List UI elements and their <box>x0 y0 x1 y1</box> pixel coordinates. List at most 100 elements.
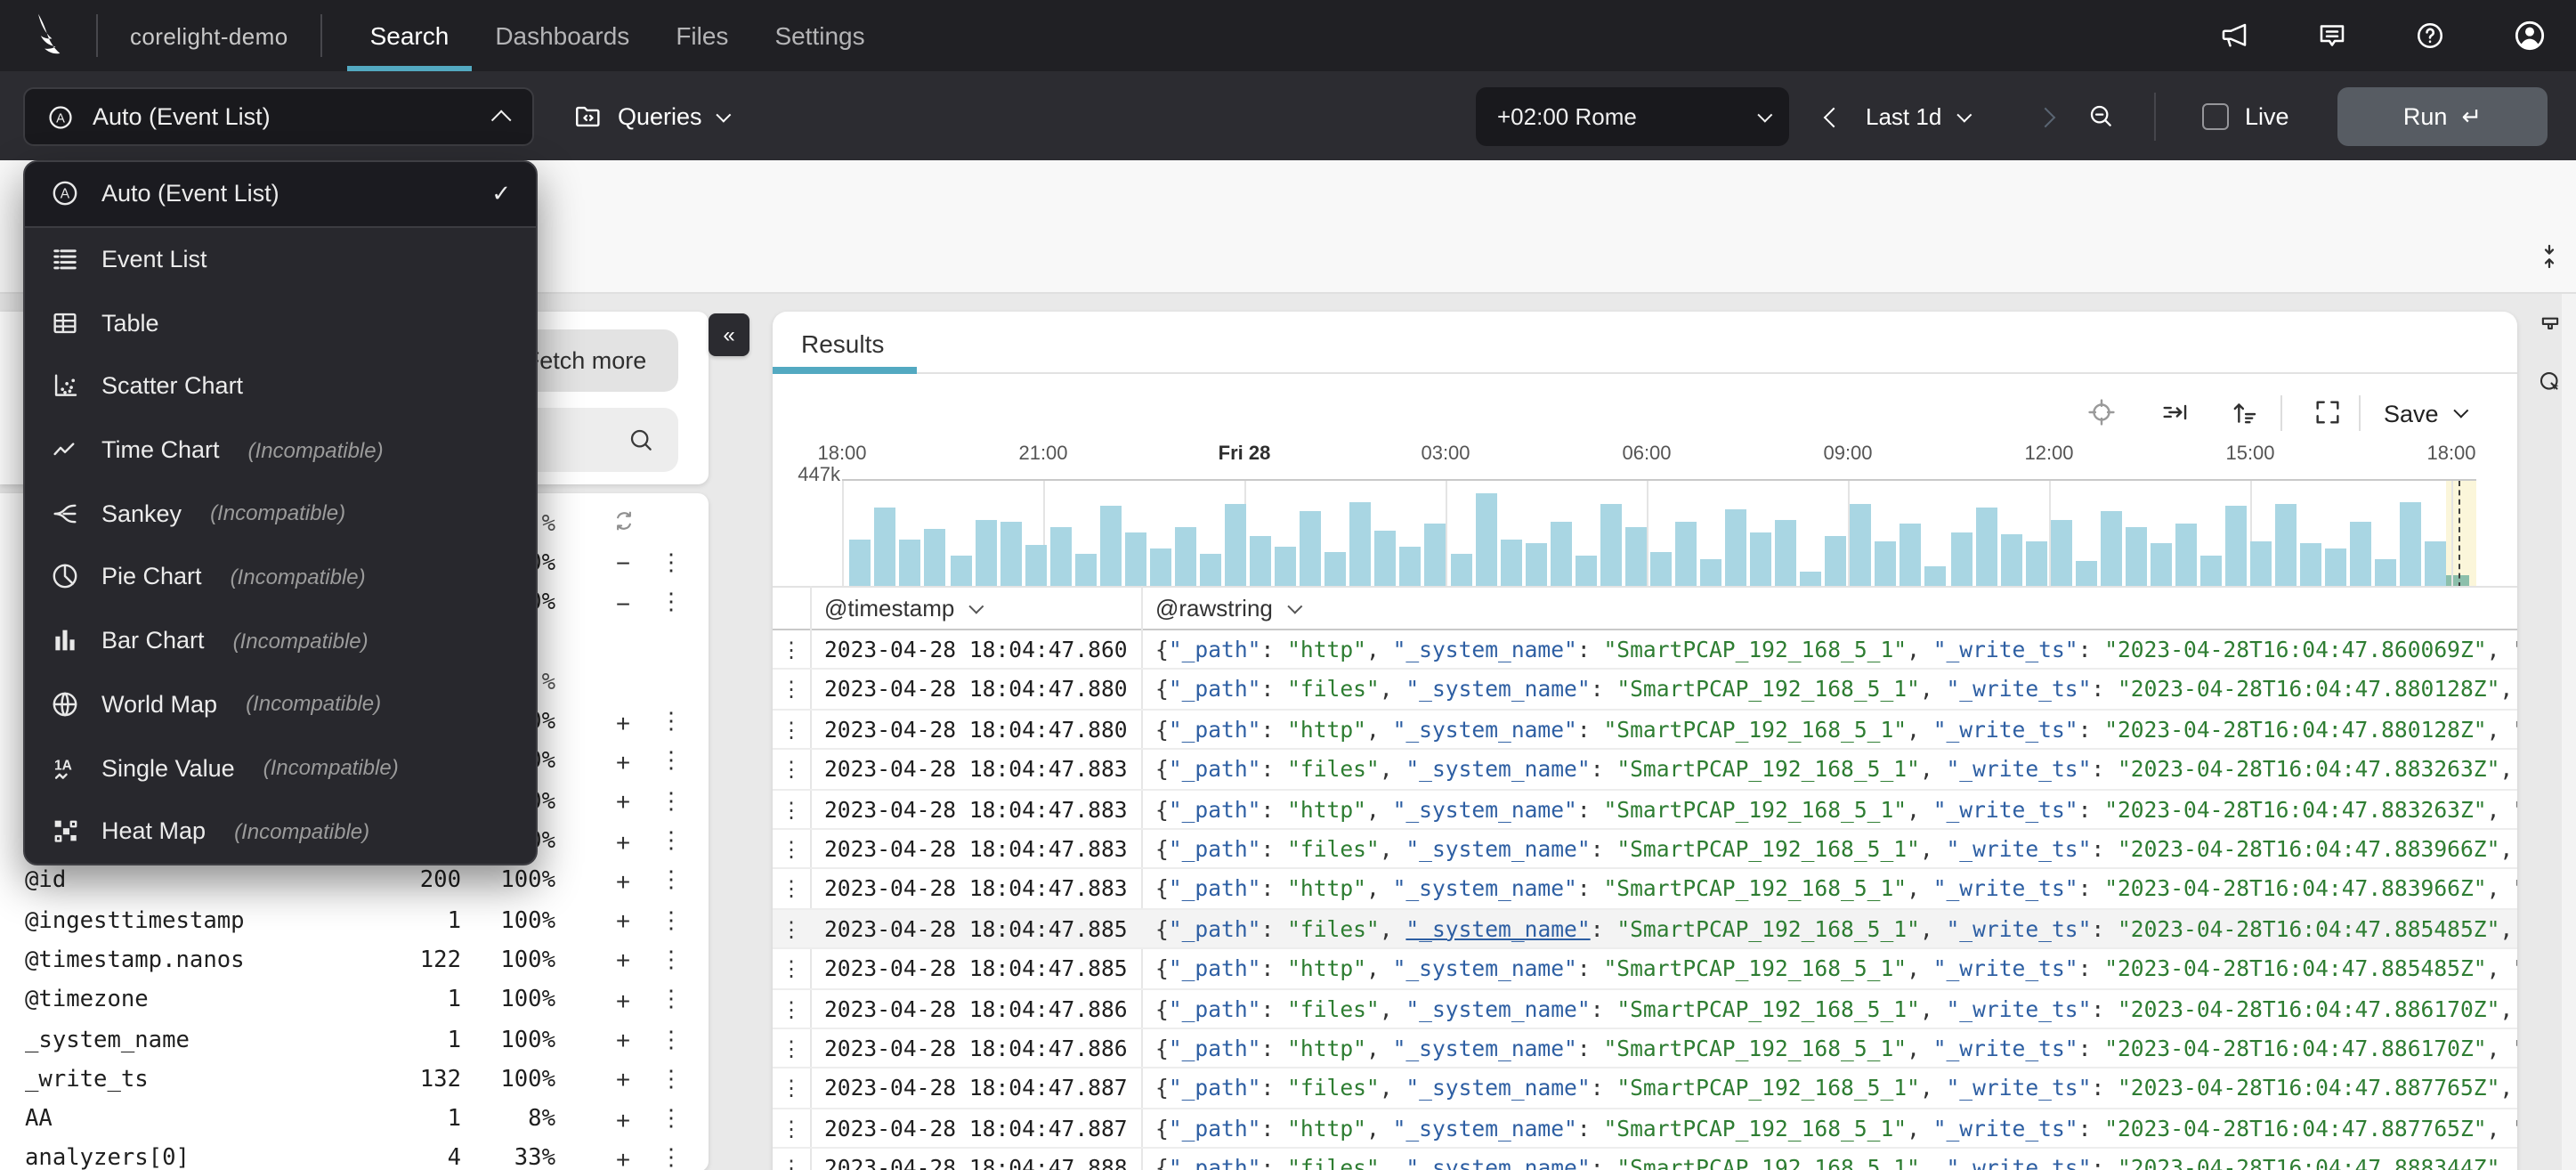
row-menu-button[interactable]: ⋮ <box>773 870 810 910</box>
histogram-bar[interactable] <box>1275 546 1297 588</box>
field-menu-button[interactable]: ⋮ <box>648 907 694 934</box>
histogram-bar[interactable] <box>1600 504 1622 588</box>
queries-dropdown-button[interactable]: Queries <box>573 87 732 146</box>
histogram-bar[interactable] <box>975 519 997 588</box>
histogram-bar[interactable] <box>2150 543 2172 588</box>
menu-item-single-value[interactable]: 1A Single Value (Incompatible) <box>25 735 536 799</box>
histogram-bar[interactable] <box>1500 539 1522 588</box>
field-row-AA[interactable]: AA 1 8% + ⋮ <box>0 1100 709 1140</box>
row-menu-button[interactable]: ⋮ <box>773 949 810 989</box>
tab-dashboards[interactable]: Dashboards <box>472 0 652 71</box>
add-field-button[interactable]: + <box>598 867 648 896</box>
menu-item-table[interactable]: Table <box>25 291 536 354</box>
menu-item-world-map[interactable]: World Map (Incompatible) <box>25 672 536 735</box>
row-menu-button[interactable]: ⋮ <box>773 750 810 790</box>
field-row-analyzers[0][interactable]: analyzers[0] 4 33% + ⋮ <box>0 1140 709 1170</box>
event-row[interactable]: ⋮ 2023-04-28 18:04:47.880 {"_path": "files… <box>773 670 2517 711</box>
histogram-bar[interactable] <box>2125 526 2147 588</box>
field-row-_write_ts[interactable]: _write_ts 132 100% + ⋮ <box>0 1060 709 1100</box>
remove-field-button[interactable]: − <box>598 549 648 578</box>
histogram-bar[interactable] <box>1924 565 1947 588</box>
histogram-bar[interactable] <box>849 539 871 588</box>
add-field-button[interactable]: + <box>598 708 648 736</box>
histogram-bar[interactable] <box>1950 532 1972 588</box>
histogram-bar[interactable] <box>1349 501 1372 588</box>
histogram-bar[interactable] <box>2100 511 2122 588</box>
collapse-vertical-icon[interactable] <box>2535 242 2564 271</box>
histogram-bar[interactable] <box>1850 503 1872 588</box>
field-row-@id[interactable]: @id 200 100% + ⋮ <box>0 861 709 901</box>
time-next-button[interactable] <box>2026 87 2065 146</box>
add-field-button[interactable]: + <box>598 906 648 935</box>
histogram-bar[interactable] <box>2425 541 2447 588</box>
histogram-bar[interactable] <box>1975 507 1997 588</box>
add-field-button[interactable]: + <box>598 748 648 776</box>
histogram-bar[interactable] <box>1200 554 1221 588</box>
event-row[interactable]: ⋮ 2023-04-28 18:04:47.883 {"_path": "http"… <box>773 790 2517 830</box>
field-menu-button[interactable]: ⋮ <box>648 1106 694 1133</box>
histogram-bar[interactable] <box>2175 523 2197 588</box>
save-button[interactable]: Save <box>2384 397 2468 429</box>
histogram-bar[interactable] <box>899 540 921 588</box>
event-row[interactable]: ⋮ 2023-04-28 18:04:47.883 {"_path": "http"… <box>773 870 2517 910</box>
histogram-bar[interactable] <box>1124 532 1146 588</box>
tab-files[interactable]: Files <box>652 0 751 71</box>
histogram-bar[interactable] <box>2000 533 2022 588</box>
scrollbar-track[interactable] <box>2562 294 2576 1170</box>
histogram-bar[interactable] <box>1624 526 1647 588</box>
add-field-button[interactable]: + <box>598 986 648 1014</box>
event-row[interactable]: ⋮ 2023-04-28 18:04:47.887 {"_path": "http"… <box>773 1109 2517 1150</box>
time-range-dropdown-button[interactable]: Last 1d <box>1866 87 1972 146</box>
row-menu-button[interactable]: ⋮ <box>773 1149 810 1170</box>
histogram-bar[interactable] <box>874 507 896 588</box>
histogram-bar[interactable] <box>1900 523 1922 588</box>
help-icon[interactable] <box>2414 20 2446 52</box>
locate-event-icon[interactable] <box>2086 397 2117 427</box>
histogram-bar[interactable] <box>1025 544 1047 588</box>
menu-item-sankey[interactable]: Sankey (Incompatible) <box>25 482 536 545</box>
histogram-bar[interactable] <box>1525 543 1547 588</box>
add-field-button[interactable]: + <box>598 787 648 816</box>
histogram-bar[interactable] <box>2250 540 2272 588</box>
histogram-bar[interactable] <box>1725 509 1747 588</box>
row-menu-button[interactable]: ⋮ <box>773 1069 810 1109</box>
row-menu-button[interactable]: ⋮ <box>773 1109 810 1149</box>
add-field-button[interactable]: + <box>598 1026 648 1054</box>
row-menu-button[interactable]: ⋮ <box>773 711 810 751</box>
row-menu-button[interactable]: ⋮ <box>773 989 810 1029</box>
tab-settings[interactable]: Settings <box>751 0 887 71</box>
histogram-bar[interactable] <box>1825 536 1847 588</box>
histogram-bar[interactable] <box>1450 554 1471 588</box>
time-prev-button[interactable] <box>1814 87 1853 146</box>
field-menu-button[interactable]: ⋮ <box>648 749 694 776</box>
add-field-button[interactable]: + <box>598 1105 648 1133</box>
histogram-bar[interactable] <box>1424 524 1446 588</box>
event-row[interactable]: ⋮ 2023-04-28 18:04:47.885 {"_path": "http"… <box>773 949 2517 990</box>
event-histogram[interactable] <box>842 478 2476 588</box>
event-row[interactable]: ⋮ 2023-04-28 18:04:47.886 {"_path": "http"… <box>773 1029 2517 1069</box>
field-menu-button[interactable]: ⋮ <box>648 828 694 855</box>
event-row[interactable]: ⋮ 2023-04-28 18:04:47.883 {"_path": "files… <box>773 750 2517 791</box>
field-menu-button[interactable]: ⋮ <box>648 868 694 895</box>
run-button[interactable]: Run ↵ <box>2337 87 2548 146</box>
view-type-dropdown-button[interactable]: A Auto (Event List) <box>23 87 534 146</box>
timezone-dropdown-button[interactable]: +02:00 Rome <box>1476 87 1789 146</box>
add-field-button[interactable]: + <box>598 1145 648 1170</box>
field-menu-button[interactable]: ⋮ <box>648 987 694 1013</box>
histogram-bar[interactable] <box>2350 522 2372 588</box>
field-menu-button[interactable]: ⋮ <box>648 1146 694 1170</box>
event-row[interactable]: ⋮ 2023-04-28 18:04:47.885 {"_path": "files… <box>773 909 2517 950</box>
field-menu-button[interactable]: ⋮ <box>648 550 694 577</box>
histogram-bar[interactable] <box>1149 548 1171 588</box>
histogram-bar[interactable] <box>1674 521 1697 588</box>
histogram-bar[interactable] <box>924 529 946 588</box>
live-checkbox[interactable] <box>2202 103 2229 130</box>
histogram-bar[interactable] <box>2225 505 2248 588</box>
corelight-logo[interactable] <box>25 9 78 62</box>
live-toggle[interactable]: Live <box>2202 87 2289 146</box>
menu-item-heat-map[interactable]: Heat Map (Incompatible) <box>25 800 536 863</box>
histogram-bar[interactable] <box>2275 503 2297 588</box>
collapse-fields-panel-button[interactable]: « <box>709 313 749 356</box>
style-brush-icon[interactable] <box>2537 313 2564 340</box>
histogram-bar[interactable] <box>2200 555 2222 588</box>
